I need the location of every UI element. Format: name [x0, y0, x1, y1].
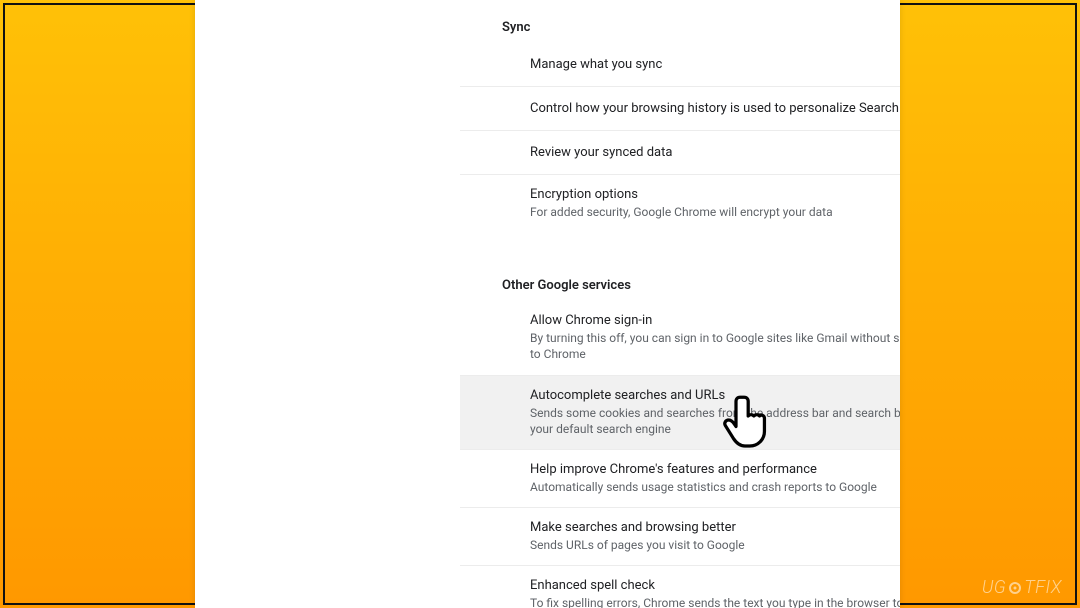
row-manage-sync[interactable]: Manage what you sync [460, 43, 900, 87]
row-title: Make searches and browsing better [530, 520, 745, 535]
row-subtitle: Sends some cookies and searches from the… [530, 405, 900, 437]
row-title: Manage what you sync [530, 57, 662, 72]
row-subtitle: For added security, Google Chrome will e… [530, 204, 833, 220]
service-row: Help improve Chrome's features and perfo… [460, 450, 900, 508]
services-group: Allow Chrome sign-in By turning this off,… [460, 301, 900, 608]
row-subtitle: Sends URLs of pages you visit to Google [530, 537, 745, 553]
row-title: Autocomplete searches and URLs [530, 388, 900, 403]
section-header-services: Other Google services [460, 258, 900, 301]
row-title: Encryption options [530, 187, 833, 202]
row-subtitle: Automatically sends usage statistics and… [530, 479, 877, 495]
watermark: UGTFIX [982, 577, 1062, 598]
settings-content: Sync Manage what you sync Control how yo… [460, 0, 900, 608]
service-row: Enhanced spell check To fix spelling erro… [460, 566, 900, 608]
row-review-synced[interactable]: Review your synced data [460, 131, 900, 175]
settings-panel: Sync Manage what you sync Control how yo… [195, 0, 900, 608]
row-subtitle: To fix spelling errors, Chrome sends the… [530, 595, 900, 608]
section-header-sync: Sync [460, 0, 900, 43]
service-row: Allow Chrome sign-in By turning this off,… [460, 301, 900, 375]
row-title: Allow Chrome sign-in [530, 313, 900, 328]
service-row: Autocomplete searches and URLs Sends some… [460, 376, 900, 450]
row-subtitle: By turning this off, you can sign in to … [530, 330, 900, 362]
row-title: Review your synced data [530, 145, 672, 160]
service-row: Make searches and browsing better Sends U… [460, 508, 900, 566]
row-control-history[interactable]: Control how your browsing history is use… [460, 87, 900, 131]
row-title: Control how your browsing history is use… [530, 101, 900, 116]
section-gap [460, 232, 900, 258]
row-title: Help improve Chrome's features and perfo… [530, 462, 877, 477]
row-encryption[interactable]: Encryption options For added security, G… [460, 175, 900, 232]
row-title: Enhanced spell check [530, 578, 900, 593]
